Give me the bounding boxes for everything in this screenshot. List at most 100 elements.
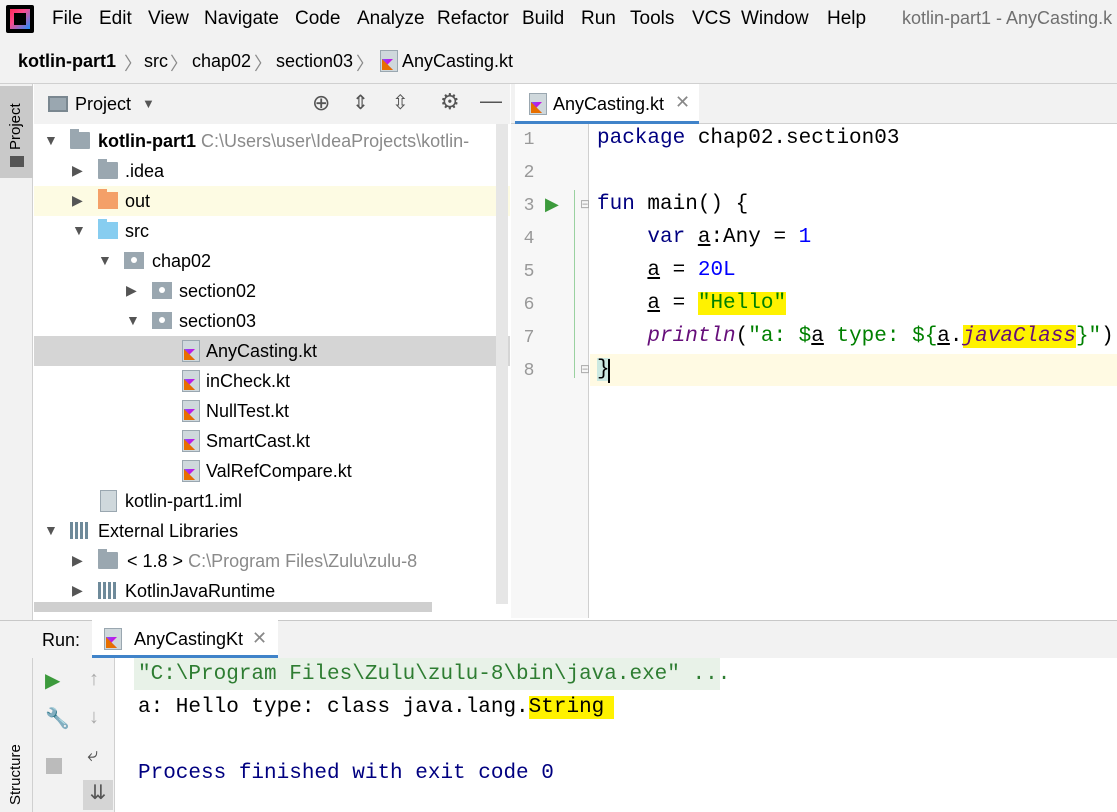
- tree-item-kotlin-part1[interactable]: ▼ kotlin-part1 C:\Users\user\IdeaProject…: [34, 126, 510, 156]
- breadcrumb-section03[interactable]: section03: [276, 51, 353, 72]
- tree-item-anycasting[interactable]: AnyCasting.kt: [34, 336, 510, 366]
- fold-icon[interactable]: ⊟: [580, 362, 590, 376]
- menu-tools[interactable]: Tools: [630, 8, 674, 30]
- line-number: 7: [523, 328, 535, 348]
- expand-all-icon[interactable]: ⇕: [352, 90, 369, 115]
- folder-icon: [98, 159, 118, 179]
- menu-file[interactable]: File: [52, 8, 83, 30]
- locate-icon[interactable]: ⊕: [312, 90, 330, 116]
- intellij-logo-icon: [6, 5, 34, 33]
- wrench-icon[interactable]: 🔧: [45, 706, 70, 731]
- project-panel-title[interactable]: Project: [75, 94, 131, 115]
- tree-item-label: src: [125, 221, 149, 241]
- window-title: kotlin-part1 - AnyCasting.k: [902, 8, 1113, 28]
- gear-icon[interactable]: ⚙: [440, 89, 460, 115]
- tree-item-smartcast[interactable]: SmartCast.kt: [34, 426, 510, 456]
- tree-item-section02[interactable]: ▶ section02: [34, 276, 510, 306]
- tree-item-idea[interactable]: ▶ .idea: [34, 156, 510, 186]
- library-icon: [70, 522, 90, 539]
- tree-item-src[interactable]: ▼ src: [34, 216, 510, 246]
- menu-vcs[interactable]: VCS: [692, 8, 731, 30]
- run-tab-anycastingkt[interactable]: AnyCastingKt ✕: [92, 620, 278, 658]
- tree-item-jdk[interactable]: ▶ < 1.8 > C:\Program Files\Zulu\zulu-8: [34, 546, 510, 576]
- close-icon[interactable]: ✕: [675, 92, 690, 113]
- down-arrow-icon[interactable]: ↓: [89, 706, 99, 729]
- tree-item-valrefcompare[interactable]: ValRefCompare.kt: [34, 456, 510, 486]
- close-icon[interactable]: ✕: [252, 628, 267, 649]
- tree-item-iml[interactable]: kotlin-part1.iml: [34, 486, 510, 516]
- code-line-4: var a:Any = 1: [647, 226, 812, 249]
- folder-icon: [10, 156, 24, 167]
- chevron-right-icon[interactable]: ▶: [72, 582, 83, 599]
- fold-icon[interactable]: ⊟: [580, 197, 590, 211]
- structure-tool-tab[interactable]: Structure: [7, 744, 24, 805]
- menu-view[interactable]: View: [148, 8, 189, 30]
- menu-code[interactable]: Code: [295, 8, 340, 30]
- chevron-right-icon[interactable]: ▶: [126, 282, 137, 299]
- soft-wrap-icon[interactable]: ⤶: [87, 744, 98, 767]
- highlighted-property: javaClass: [962, 325, 1076, 348]
- tree-item-external-libraries[interactable]: ▼ External Libraries: [34, 516, 510, 546]
- menu-analyze[interactable]: Analyze: [357, 8, 425, 30]
- menu-help[interactable]: Help: [827, 8, 866, 30]
- kotlin-file-icon: [380, 50, 398, 72]
- tree-item-section03[interactable]: ▼ section03: [34, 306, 510, 336]
- chevron-down-icon[interactable]: ▼: [72, 222, 86, 238]
- tree-item-label: < 1.8 >: [127, 551, 184, 571]
- chevron-right-icon[interactable]: ▶: [72, 192, 83, 209]
- up-arrow-icon[interactable]: ↑: [89, 668, 99, 691]
- editor-tab-anycasting[interactable]: AnyCasting.kt ✕: [515, 84, 699, 124]
- tree-item-chap02[interactable]: ▼ chap02: [34, 246, 510, 276]
- chevron-down-icon[interactable]: ▼: [142, 96, 155, 111]
- tree-item-nulltest[interactable]: NullTest.kt: [34, 396, 510, 426]
- package-icon: [152, 282, 172, 299]
- menu-navigate[interactable]: Navigate: [204, 8, 279, 30]
- highlighted-string: "Hello": [697, 292, 787, 315]
- console-exit-line: Process finished with exit code 0: [138, 762, 554, 785]
- project-tool-tab-label: Project: [7, 103, 24, 150]
- chevron-down-icon[interactable]: ▼: [44, 522, 58, 538]
- rerun-icon[interactable]: ▶: [45, 668, 60, 693]
- breadcrumb: kotlin-part1 〉 src 〉 chap02 〉 section03 …: [0, 38, 1117, 84]
- tree-item-label: External Libraries: [98, 521, 239, 541]
- tree-item-label: AnyCasting.kt: [206, 341, 318, 361]
- stop-icon[interactable]: [46, 758, 62, 774]
- line-number: 1: [523, 130, 535, 150]
- chevron-down-icon[interactable]: ▼: [126, 312, 140, 328]
- menu-build[interactable]: Build: [522, 8, 564, 30]
- menu-edit[interactable]: Edit: [99, 8, 132, 30]
- scroll-to-end-icon[interactable]: ⇊: [83, 780, 113, 810]
- run-tab-label: AnyCastingKt: [134, 629, 244, 649]
- breadcrumb-chap02[interactable]: chap02: [192, 51, 251, 72]
- chevron-right-icon[interactable]: ▶: [72, 162, 83, 179]
- package-icon: [124, 252, 144, 269]
- tree-item-incheck[interactable]: inCheck.kt: [34, 366, 510, 396]
- run-gutter-icon[interactable]: ▶: [545, 194, 559, 215]
- tree-item-out[interactable]: ▶ out: [34, 186, 510, 216]
- menu-window[interactable]: Window: [741, 8, 809, 30]
- package-icon: [152, 312, 172, 329]
- breadcrumb-src[interactable]: src: [144, 51, 168, 72]
- breadcrumb-project[interactable]: kotlin-part1: [18, 51, 116, 72]
- library-icon: [98, 582, 118, 599]
- tree-item-label: NullTest.kt: [206, 401, 290, 421]
- chevron-down-icon[interactable]: ▼: [44, 132, 58, 148]
- menu-run[interactable]: Run: [581, 8, 616, 30]
- minimize-icon[interactable]: —: [480, 88, 502, 114]
- breadcrumb-file[interactable]: AnyCasting.kt: [402, 51, 513, 72]
- kotlin-file-icon: [182, 460, 200, 482]
- project-vertical-scrollbar[interactable]: [496, 124, 508, 604]
- menu-refactor[interactable]: Refactor: [437, 8, 509, 30]
- tree-item-label: out: [125, 191, 151, 211]
- tree-item-label: ValRefCompare.kt: [206, 461, 352, 481]
- code-line-5: a = 20L: [647, 259, 736, 282]
- chevron-right-icon[interactable]: ▶: [72, 552, 83, 569]
- project-view-icon: [48, 96, 68, 112]
- chevron-down-icon[interactable]: ▼: [98, 252, 112, 268]
- line-number: 4: [523, 229, 535, 249]
- project-horizontal-scrollbar[interactable]: [34, 602, 432, 612]
- tree-item-label: inCheck.kt: [206, 371, 291, 391]
- breadcrumb-separator: 〉: [254, 54, 272, 74]
- code-line-6: a = "Hello": [647, 292, 787, 315]
- collapse-all-icon[interactable]: ⇳: [392, 90, 409, 115]
